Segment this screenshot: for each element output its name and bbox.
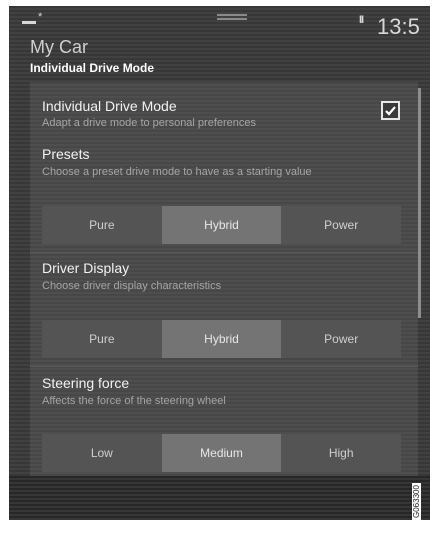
idm-checkbox[interactable]: [381, 101, 400, 120]
driver-display-option-pure[interactable]: Pure: [42, 320, 162, 358]
steering-description: Affects the force of the steering wheel: [42, 395, 226, 407]
pause-icon: II: [359, 14, 364, 26]
steering-title: Steering force: [42, 375, 130, 391]
steering-option-medium[interactable]: Medium: [161, 434, 282, 472]
presets-option-hybrid[interactable]: Hybrid: [161, 206, 282, 244]
clock: 13:5: [377, 14, 420, 39]
presets-description: Choose a preset drive mode to have as a …: [42, 166, 312, 178]
presets-selector: Pure Hybrid Power: [42, 206, 401, 244]
driver-display-selector: Pure Hybrid Power: [42, 320, 401, 358]
idm-title: Individual Drive Mode: [42, 98, 177, 114]
idm-description: Adapt a drive mode to personal preferenc…: [42, 117, 257, 129]
driver-display-option-hybrid[interactable]: Hybrid: [161, 320, 282, 358]
driver-display-description: Choose driver display characteristics: [42, 280, 222, 292]
scrollbar[interactable]: [418, 88, 421, 318]
top-view-handle[interactable]: [217, 14, 247, 20]
app-title: My Car: [30, 37, 88, 57]
bluetooth-icon: *: [38, 11, 43, 23]
presets-option-pure[interactable]: Pure: [42, 206, 162, 244]
divider: [30, 252, 418, 253]
divider: [30, 366, 418, 367]
status-bar: * II 13:5: [9, 6, 430, 39]
bottom-bar: [9, 476, 430, 520]
steering-option-high[interactable]: High: [281, 434, 401, 472]
figure-code: G063300: [412, 483, 421, 520]
presets-option-power[interactable]: Power: [281, 206, 401, 244]
driver-display-option-power[interactable]: Power: [281, 320, 401, 358]
presets-title: Presets: [42, 146, 90, 162]
page-subtitle: Individual Drive Mode: [30, 61, 155, 75]
steering-option-low[interactable]: Low: [42, 434, 162, 472]
driver-display-title: Driver Display: [42, 260, 130, 276]
steering-selector: Low Medium High: [42, 434, 401, 472]
checkmark-icon: [385, 106, 396, 116]
signal-icon: [22, 21, 36, 24]
